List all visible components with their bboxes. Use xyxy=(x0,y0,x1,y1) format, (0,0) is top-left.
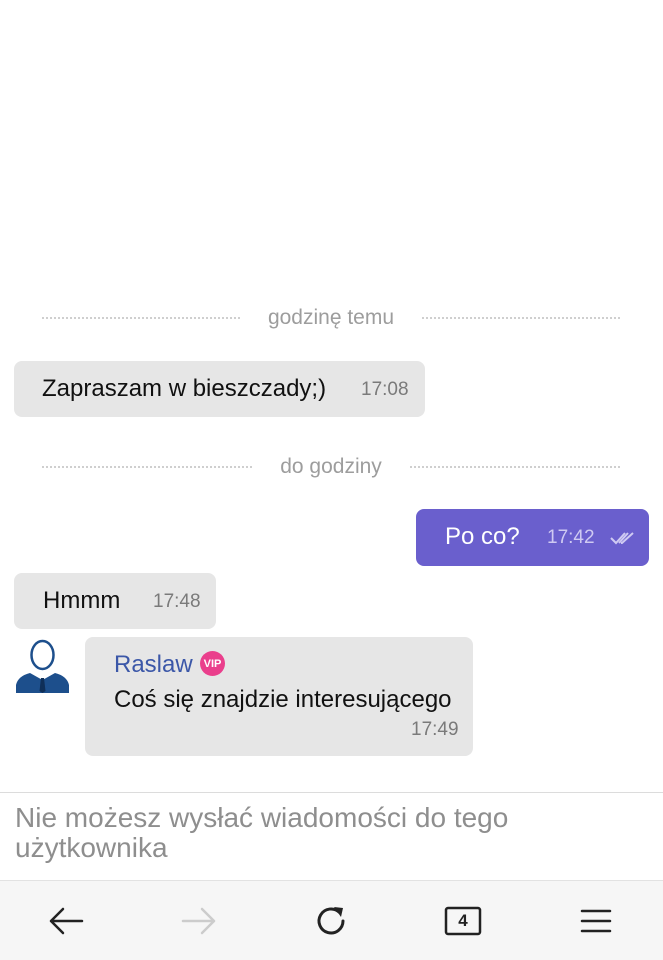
message-text: Zapraszam w bieszczady;) xyxy=(42,375,327,402)
composer-area: Nie możesz wysłać wiadomości do tego uży… xyxy=(0,792,663,880)
date-separator: godzinę temu xyxy=(42,303,620,333)
separator-line xyxy=(42,466,253,468)
browser-nav-bar: 4 xyxy=(0,880,663,960)
separator-line xyxy=(409,466,621,468)
message-time: 17:49 xyxy=(411,719,459,740)
tabs-button[interactable]: 4 xyxy=(441,899,485,943)
back-arrow-icon xyxy=(49,907,84,935)
message-time: 17:42 xyxy=(547,527,595,548)
back-button[interactable] xyxy=(44,899,88,943)
sender-name[interactable]: Raslaw xyxy=(114,651,193,679)
vip-badge: VIP xyxy=(200,651,225,676)
blocked-notice: Nie możesz wysłać wiadomości do tego uży… xyxy=(15,802,509,863)
message-bubble-incoming[interactable]: Hmmm 17:48 xyxy=(14,573,216,629)
message-text: Hmmm xyxy=(43,587,121,614)
forward-arrow-icon xyxy=(181,907,216,935)
message-time: 17:08 xyxy=(361,379,409,400)
message-text: Coś się znajdzie interesującego xyxy=(114,686,452,713)
message-bubble-incoming[interactable]: Zapraszam w bieszczady;) 17:08 xyxy=(14,361,425,417)
separator-line xyxy=(42,317,240,319)
read-ticks-icon xyxy=(610,532,634,545)
reload-icon xyxy=(317,907,345,935)
separator-line xyxy=(422,317,620,319)
message-bubble-incoming[interactable]: Raslaw VIP Coś się znajdzie interesujące… xyxy=(85,637,473,756)
separator-label: godzinę temu xyxy=(267,306,395,329)
date-separator: do godziny xyxy=(42,452,621,482)
forward-button[interactable] xyxy=(177,899,221,943)
menu-icon xyxy=(580,909,612,933)
separator-label: do godziny xyxy=(280,455,382,478)
message-time: 17:48 xyxy=(153,591,201,612)
message-text: Po co? xyxy=(445,523,520,550)
message-bubble-outgoing[interactable]: Po co? 17:42 xyxy=(416,509,649,566)
chat-screen: godzinę temu Zapraszam w bieszczady;) 17… xyxy=(0,0,663,960)
user-avatar-icon[interactable] xyxy=(14,636,71,693)
menu-button[interactable] xyxy=(574,899,618,943)
vip-badge-label: VIP xyxy=(203,657,222,670)
reload-button[interactable] xyxy=(309,899,353,943)
tab-count: 4 xyxy=(458,911,468,930)
